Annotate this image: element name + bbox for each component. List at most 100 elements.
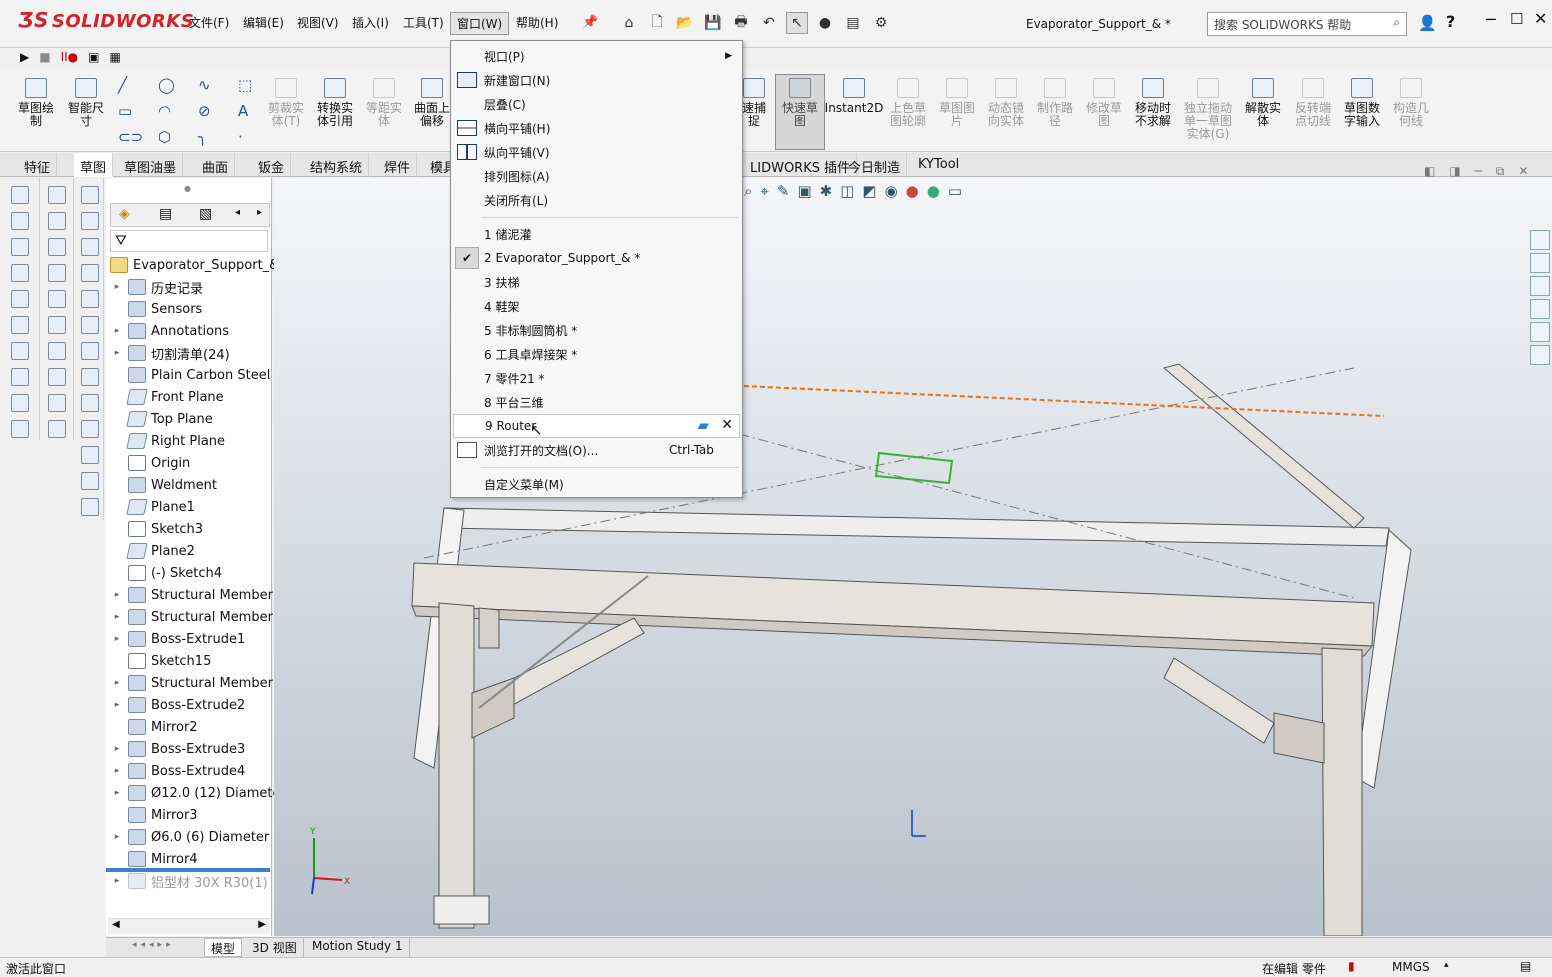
sketch-relation-tool-icon[interactable] [11,264,29,282]
expand-icon[interactable]: ▸ [112,282,122,292]
menu-file[interactable]: 文件(F) [189,14,229,31]
tab-command-6[interactable]: 焊件 [378,153,418,177]
menu-item-document-5[interactable]: 5 非标制圆筒机 * [451,318,742,342]
sketch-relation-tool-icon[interactable] [81,316,99,334]
resources-icon[interactable] [1530,253,1550,273]
appearances-icon[interactable] [1530,322,1550,342]
menu-item-document-3[interactable]: 3 扶梯 [451,270,742,294]
tab-command-9[interactable]: 今日制造 [842,153,908,177]
menu-item-browse-documents[interactable]: 浏览打开的文档(O)... Ctrl-Tab [451,438,742,462]
sketch-relation-tool-icon[interactable] [48,394,66,412]
search-help-input[interactable]: 搜索 SOLIDWORKS 帮助 ⌕ [1207,12,1407,36]
sketch-relation-tool-icon[interactable] [11,420,29,438]
tab-command-1[interactable]: 草图 [74,153,114,177]
line-icon[interactable]: ╱ [118,76,127,94]
sketch-relation-tool-icon[interactable] [48,316,66,334]
expand-icon[interactable]: ▸ [112,766,122,776]
menu-insert[interactable]: 插入(I) [352,14,389,31]
home-icon[interactable] [1530,230,1550,250]
tree-root-part[interactable]: Evaporator_Support_& [106,254,279,276]
folder-icon[interactable]: ▰ [697,416,709,434]
print-icon[interactable]: 🖶 [730,12,752,34]
menu-item-arrange-icons[interactable]: 排列图标(A) [451,164,742,188]
appearance-icon[interactable]: ● [906,182,919,200]
tree-hscrollbar[interactable]: ◀ ▶ [108,918,270,934]
text-icon[interactable]: A [238,102,248,120]
tab-nav-arrows[interactable]: ◂◂◂▸▸ [132,940,175,950]
scroll-right-icon[interactable]: ▶ [258,919,266,930]
tree-item[interactable]: (-) Sketch4 [106,562,222,584]
expand-icon[interactable]: ▸ [112,634,122,644]
sketch-relation-tool-icon[interactable] [81,446,99,464]
viewport-close-icon[interactable]: ✕ [1519,164,1529,179]
sketch-relation-tool-icon[interactable] [81,212,99,230]
macro-icon[interactable]: ▣ [88,50,99,64]
tree-item[interactable]: Right Plane [106,430,225,452]
tree-item[interactable]: Mirror4 [106,848,198,870]
filter-icon[interactable]: ⛛ [115,233,127,249]
tree-item[interactable]: ▸ 切割清单(24) [106,342,230,364]
sketch-relation-tool-icon[interactable] [81,498,99,516]
menu-item-document-1[interactable]: 1 储泥灌 [451,222,742,246]
sketch-relation-tool-icon[interactable] [81,186,99,204]
tab-command-5[interactable]: 结构系统 [304,153,370,177]
tab-scroll-left-icon[interactable]: ◂ [235,207,240,218]
viewport-tile-icon[interactable]: ◨ [1449,164,1460,179]
sketch-relation-tool-icon[interactable] [48,290,66,308]
custom-properties-icon[interactable] [1530,345,1550,365]
open-icon[interactable]: 📂 [674,12,696,34]
viewport-restore-icon[interactable]: ◧ [1424,164,1435,179]
sketch-relation-tool-icon[interactable] [81,394,99,412]
sketch-relation-tool-icon[interactable] [48,368,66,386]
minimize-button[interactable]: ─ [1486,10,1496,29]
ribbon-item-1[interactable]: 智能尺 寸 [52,102,120,128]
sketch-relation-tool-icon[interactable] [48,264,66,282]
tree-item[interactable]: ▸ Ø6.0 (6) Diameter H [106,826,283,848]
edit-macro-icon[interactable]: ▦ [109,50,120,64]
sketch-relation-tool-icon[interactable] [11,212,29,230]
tab-command-0[interactable]: 特征 [18,153,58,177]
menu-item-viewport[interactable]: 视口(P) ▶ [451,44,742,68]
tree-item[interactable]: ▸ Boss-Extrude4 [106,760,245,782]
sketch-relation-tool-icon[interactable] [11,342,29,360]
home-icon[interactable]: ⌂ [618,12,640,34]
view-palette-icon[interactable] [1530,299,1550,319]
tab-motion-study[interactable]: Motion Study 1 [306,938,410,957]
rectangle-icon[interactable]: ▭ [118,102,132,120]
pin-icon[interactable]: 📌 [582,15,598,30]
tree-item[interactable]: Top Plane [106,408,213,430]
view-settings-icon[interactable]: ▭ [948,182,962,200]
ribbon-item-19[interactable]: 构造几 何线 [1377,102,1445,128]
sketch-relation-tool-icon[interactable] [81,472,99,490]
tree-item[interactable]: ▸ Annotations [106,320,229,342]
units-selector[interactable]: MMGS [1392,960,1430,974]
dynamic-annotation-icon[interactable]: ✱ [820,182,833,200]
expand-icon[interactable]: ▸ [112,876,122,886]
close-document-icon[interactable]: ✕ [721,417,733,433]
expand-icon[interactable]: ▸ [112,744,122,754]
dot-icon[interactable]: · [238,128,243,146]
tree-item[interactable]: ▸ Structural Member2 [106,606,281,628]
menu-item-cascade[interactable]: 层叠(C) [451,92,742,116]
tree-item[interactable]: Mirror3 [106,804,198,826]
zoom-area-icon[interactable]: ⌖ [760,182,768,200]
tab-3d-view[interactable]: 3D 视图 [246,938,304,957]
menu-item-document-4[interactable]: 4 鞋架 [451,294,742,318]
section-view-icon[interactable]: ▣ [797,182,811,200]
tree-item[interactable]: Plain Carbon Steel [106,364,270,386]
sketch-relation-tool-icon[interactable] [48,342,66,360]
file-properties-icon[interactable]: ▤ [842,12,864,34]
menu-item-new-window[interactable]: 新建窗口(N) [451,68,742,92]
sketch-relation-tool-icon[interactable] [11,368,29,386]
sketch-relation-tool-icon[interactable] [81,238,99,256]
menu-view[interactable]: 视图(V) [297,14,339,31]
tab-model[interactable]: 模型 [204,938,243,957]
stop-icon[interactable]: ■ [39,50,50,64]
sketch-relation-tool-icon[interactable] [48,420,66,438]
ellipse-icon[interactable]: ⊘ [198,102,211,120]
point-icon[interactable]: ⬚ [238,76,252,94]
expand-icon[interactable]: ▸ [112,832,122,842]
menu-item-tile-horizontal[interactable]: 横向平铺(H) [451,116,742,140]
tree-item[interactable]: Sketch3 [106,518,203,540]
tree-item[interactable]: Sensors [106,298,202,320]
